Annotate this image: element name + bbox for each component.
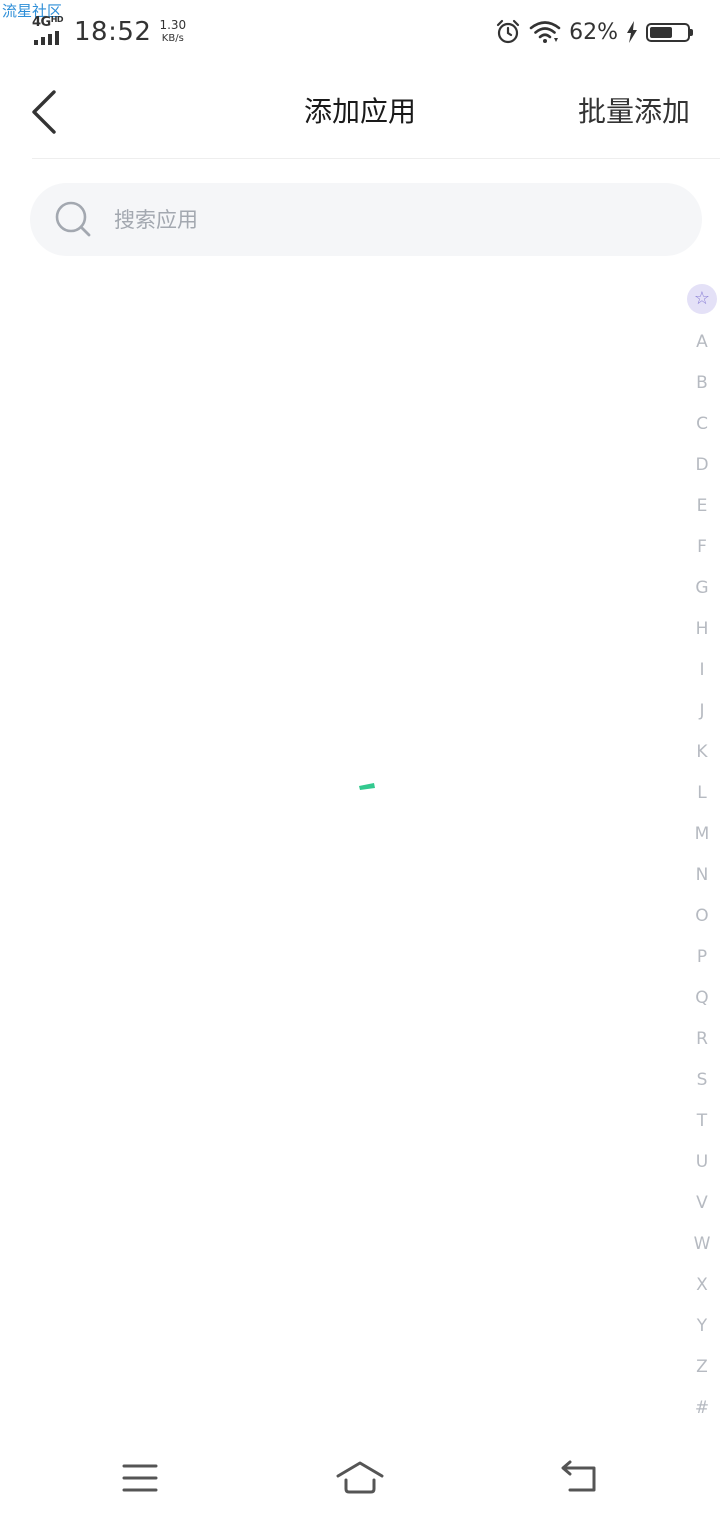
search-input[interactable] [112, 206, 676, 233]
index-letter[interactable]: E [686, 486, 718, 527]
index-letter[interactable]: M [686, 814, 718, 855]
index-letter[interactable]: A [686, 322, 718, 363]
back-nav-button[interactable] [550, 1456, 610, 1500]
index-letter[interactable]: X [686, 1265, 718, 1306]
back-icon [561, 1460, 596, 1492]
status-bar: 4GHD 18:52 1.30 KB/s 62% [0, 0, 720, 64]
menu-button[interactable] [110, 1456, 170, 1500]
battery-percent: 62% [569, 19, 618, 45]
index-letter[interactable]: I [686, 650, 718, 691]
header-divider [32, 158, 720, 159]
index-letter[interactable]: K [686, 732, 718, 773]
index-letter[interactable]: # [686, 1388, 718, 1429]
alphabet-index-bar[interactable]: ☆ A B C D E F G H I J K L M N O P Q R S T U V W X Y Z # [686, 282, 718, 1429]
network-speed: 1.30 KB/s [159, 19, 186, 45]
index-letter[interactable]: S [686, 1060, 718, 1101]
header: 添加应用 批量添加 [0, 64, 720, 159]
search-bar[interactable] [30, 183, 702, 256]
home-icon [336, 1461, 384, 1494]
network-badge: HD [50, 15, 64, 24]
index-letter[interactable]: Z [686, 1347, 718, 1388]
index-letter[interactable]: F [686, 527, 718, 568]
speed-value: 1.30 [159, 18, 187, 32]
index-letter[interactable]: O [686, 896, 718, 937]
index-letter[interactable]: W [686, 1224, 718, 1265]
index-letter[interactable]: L [686, 773, 718, 814]
index-letter[interactable]: V [686, 1183, 718, 1224]
status-time: 18:52 [74, 17, 152, 47]
index-letter[interactable]: Q [686, 978, 718, 1019]
menu-icon [122, 1464, 158, 1492]
index-letter[interactable]: J [686, 691, 718, 732]
alarm-icon [496, 19, 520, 44]
loading-spinner-icon [359, 783, 375, 790]
index-letter[interactable]: D [686, 445, 718, 486]
signal-icon: 4GHD [32, 15, 68, 49]
home-button[interactable] [330, 1456, 390, 1500]
charging-icon [627, 21, 637, 43]
index-letter[interactable]: G [686, 568, 718, 609]
index-letter[interactable]: C [686, 404, 718, 445]
batch-add-button[interactable]: 批量添加 [578, 90, 690, 130]
index-letter[interactable]: U [686, 1142, 718, 1183]
index-letter[interactable]: H [686, 609, 718, 650]
battery-icon [646, 22, 693, 42]
speed-unit: KB/s [161, 33, 184, 44]
index-letter[interactable]: B [686, 363, 718, 404]
index-letter[interactable]: T [686, 1101, 718, 1142]
network-type: 4G [32, 15, 51, 30]
battery-level-fill [650, 26, 672, 38]
search-icon [55, 201, 91, 236]
index-letter[interactable]: P [686, 937, 718, 978]
index-letter[interactable]: Y [686, 1306, 718, 1347]
index-letter[interactable]: N [686, 855, 718, 896]
wifi-icon [529, 21, 561, 43]
index-favorite-star[interactable]: ☆ [687, 284, 717, 314]
index-letter[interactable]: R [686, 1019, 718, 1060]
system-nav-bar [0, 1440, 720, 1520]
